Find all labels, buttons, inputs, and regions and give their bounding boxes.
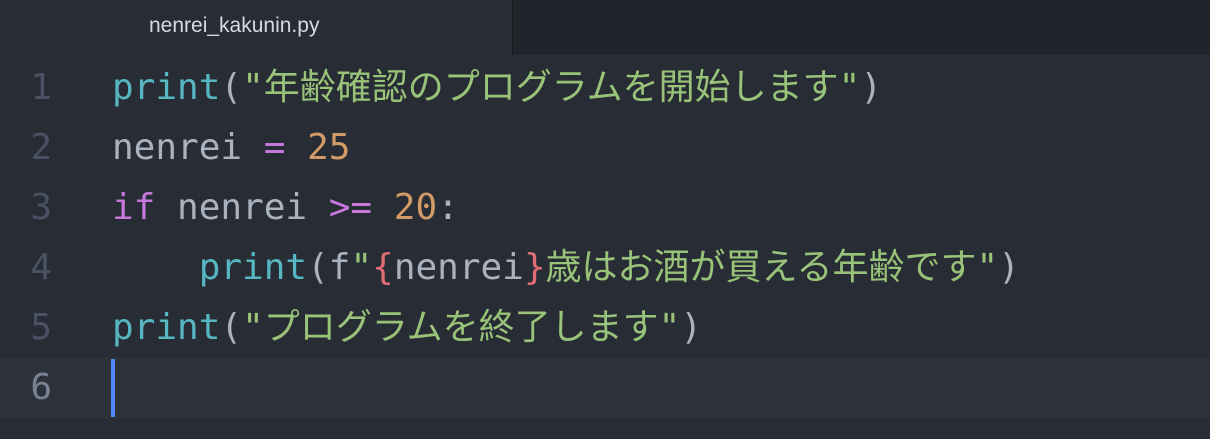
- code-token-plain: :: [437, 187, 459, 228]
- line-number: 6: [30, 367, 52, 408]
- line-number: 2: [30, 127, 52, 168]
- line-number: 4: [30, 247, 52, 288]
- code-token-fn: print: [112, 67, 221, 108]
- code-text[interactable]: print("年齢確認のプログラムを開始します"): [112, 58, 882, 118]
- code-token-kw: if: [112, 187, 156, 228]
- code-text[interactable]: nenrei = 25: [112, 118, 350, 178]
- code-text[interactable]: print("プログラムを終了します"): [112, 298, 702, 358]
- tab-bar: nenrei_kakunin.py: [0, 0, 1210, 55]
- code-token-num: 25: [307, 127, 351, 168]
- code-line[interactable]: 3 if nenrei >= 20:: [0, 178, 1210, 238]
- code-line[interactable]: 1 print("年齢確認のプログラムを開始します"): [0, 58, 1210, 118]
- code-token-plain: nenrei: [112, 127, 264, 168]
- code-editor[interactable]: nenrei_kakunin.py 1 print("年齢確認のプログラムを開始し…: [0, 0, 1210, 439]
- code-token-fn: print: [198, 247, 308, 288]
- code-token-plain: nenrei: [393, 247, 524, 288]
- code-token-op: >=: [328, 187, 373, 228]
- text-cursor: [111, 359, 115, 417]
- code-token-str: "年齢確認のプログラムを開始します": [242, 67, 861, 108]
- code-line[interactable]: 6: [0, 358, 1210, 418]
- code-token-plain: (f: [307, 247, 351, 288]
- code-line[interactable]: 4 print(f"{nenrei}歳はお酒が買える年齢です"): [0, 238, 1210, 298]
- code-token-plain: nenrei: [155, 187, 329, 228]
- code-token-str: 歳はお酒が買える年齢です": [545, 247, 999, 288]
- tab-title: nenrei_kakunin.py: [149, 14, 320, 37]
- code-token-brace: }: [523, 247, 546, 288]
- code-token-plain: ): [998, 247, 1020, 288]
- code-text[interactable]: if nenrei >= 20:: [112, 178, 459, 238]
- code-token-plain: ): [860, 67, 883, 108]
- line-number: 1: [30, 67, 52, 108]
- code-token-plain: (: [220, 307, 243, 348]
- code-area[interactable]: 1 print("年齢確認のプログラムを開始します") 2 nenrei = 25 3 i…: [0, 58, 1210, 418]
- code-token-num: 20: [393, 187, 438, 228]
- code-token-op: =: [263, 127, 286, 168]
- code-token-brace: {: [372, 247, 394, 288]
- code-text[interactable]: print(f"{nenrei}歳はお酒が買える年齢です"): [112, 238, 1020, 298]
- code-token-str: ": [350, 247, 373, 288]
- line-number: 3: [30, 187, 52, 228]
- code-line[interactable]: 5 print("プログラムを終了します"): [0, 298, 1210, 358]
- tab-nenrei-kakunin[interactable]: nenrei_kakunin.py: [0, 0, 513, 55]
- code-line[interactable]: 2 nenrei = 25: [0, 118, 1210, 178]
- code-token-fn: print: [112, 307, 221, 348]
- code-token-plain: ): [680, 307, 703, 348]
- line-number: 5: [30, 307, 52, 348]
- code-token-plain: (: [220, 67, 243, 108]
- code-token-str: "プログラムを終了します": [242, 307, 681, 348]
